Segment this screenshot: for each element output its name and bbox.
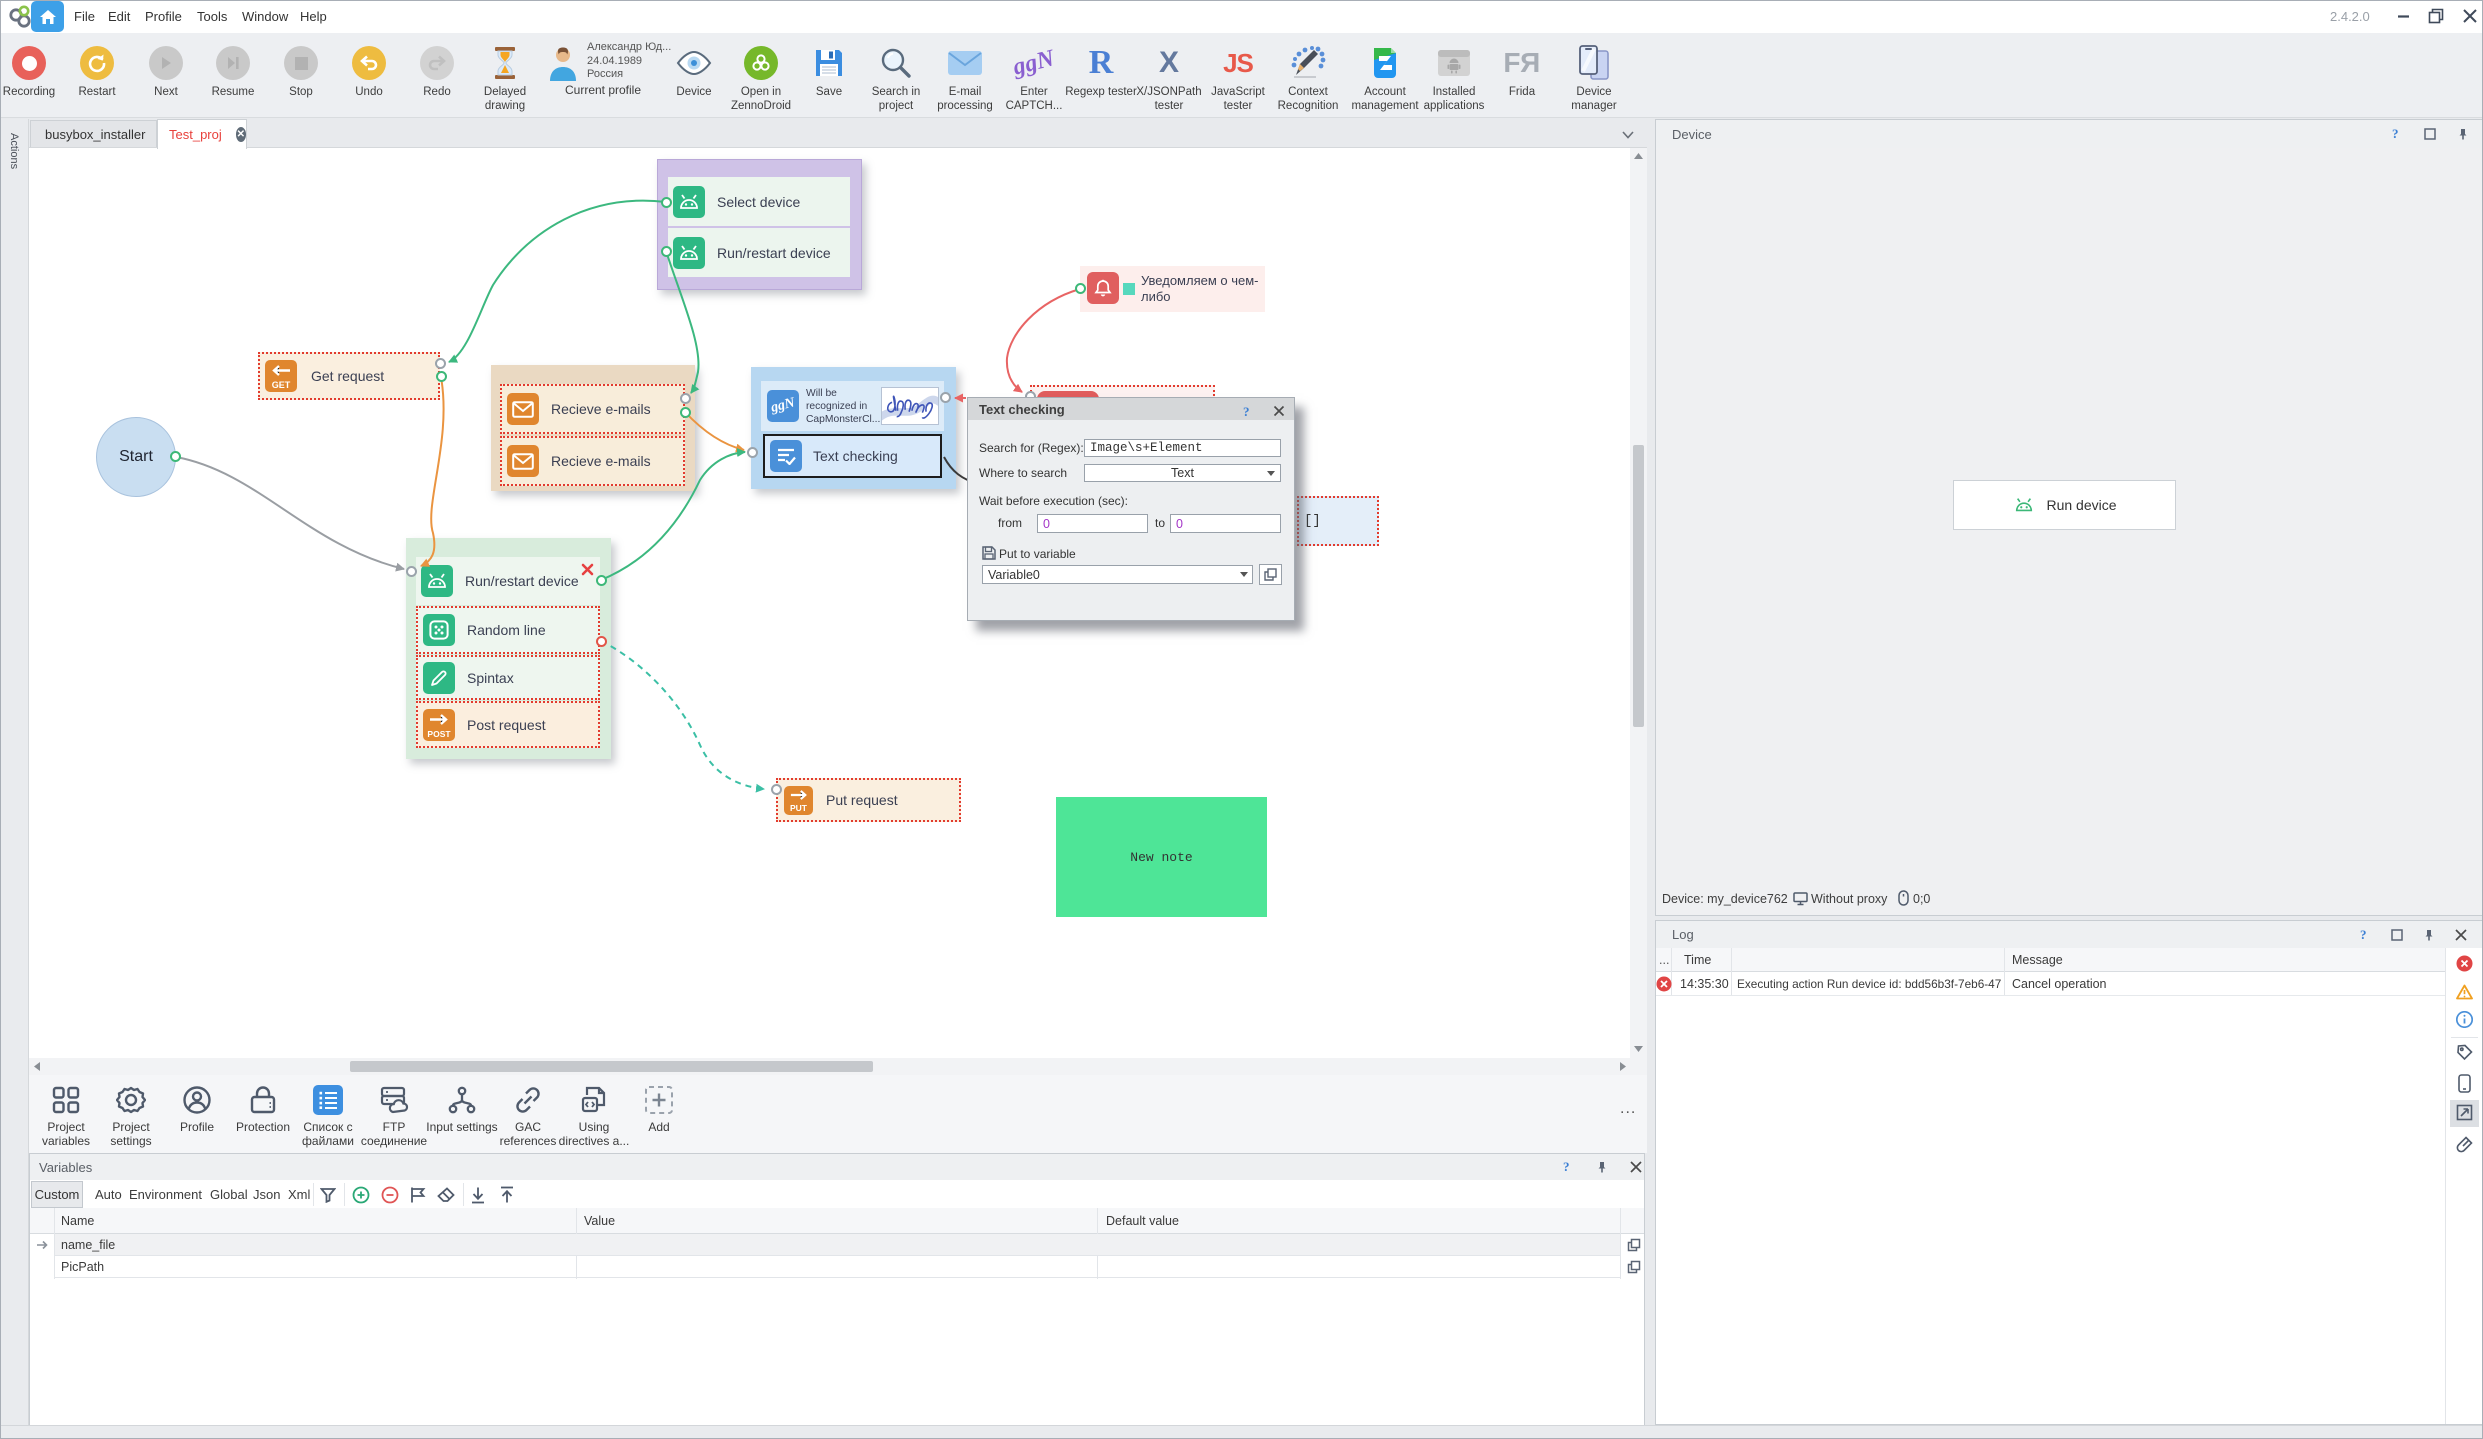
svg-text:?: ? bbox=[1243, 405, 1250, 418]
